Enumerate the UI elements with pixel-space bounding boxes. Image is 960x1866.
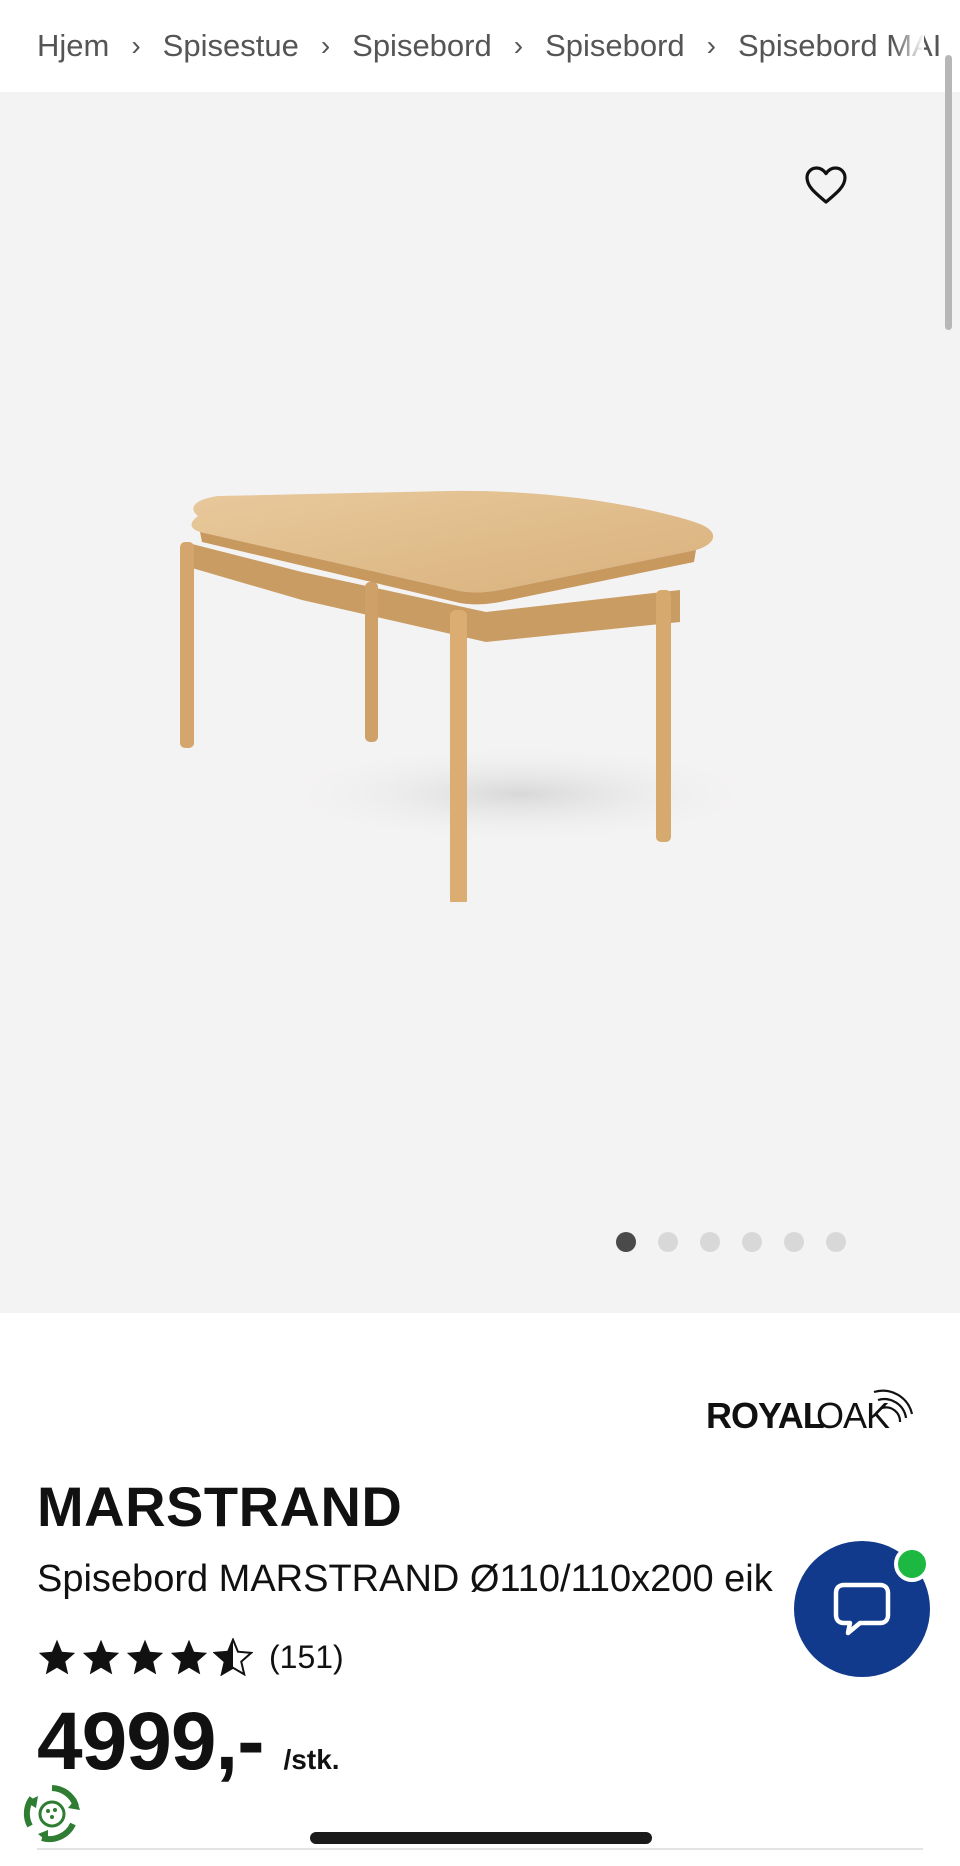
chevron-right-icon: ›: [320, 30, 331, 61]
page-scrollbar[interactable]: [945, 55, 952, 330]
star-filled-icon: [170, 1639, 208, 1675]
chevron-right-icon: ›: [513, 30, 524, 61]
breadcrumb: Hjem › Spisestue › Spisebord › Spisebord…: [0, 0, 960, 92]
home-indicator[interactable]: [310, 1832, 652, 1844]
brand-logo-royal-oak[interactable]: ROYAL OAK: [706, 1378, 926, 1438]
brand-logo-oak-text: OAK: [816, 1395, 890, 1436]
breadcrumb-item-spisestue[interactable]: Spisestue: [163, 28, 299, 64]
review-count[interactable]: (151): [269, 1639, 344, 1676]
star-rating: [37, 1638, 253, 1676]
brand-logo-royal-text: ROYAL: [706, 1395, 824, 1436]
breadcrumb-item-spisebord[interactable]: Spisebord: [352, 28, 492, 64]
product-rating[interactable]: (151): [37, 1638, 344, 1676]
wishlist-button[interactable]: [800, 160, 852, 210]
breadcrumb-item-spisebord-sub[interactable]: Spisebord: [545, 28, 685, 64]
price-unit: /stk.: [283, 1744, 340, 1775]
gallery-dot-6[interactable]: [826, 1232, 846, 1252]
star-half-icon: [213, 1638, 253, 1676]
chevron-right-icon: ›: [706, 30, 716, 61]
gallery-dot-2[interactable]: [658, 1232, 678, 1252]
chevron-right-icon: ›: [131, 30, 141, 61]
product-title: MARSTRAND: [37, 1475, 403, 1538]
product-price: 4999,-: [37, 1696, 265, 1787]
gallery-dot-3[interactable]: [700, 1232, 720, 1252]
gallery-pagination: [616, 1232, 846, 1252]
star-filled-icon: [82, 1639, 120, 1675]
recycle-sustainability-icon[interactable]: [18, 1780, 86, 1848]
section-divider: [37, 1848, 923, 1850]
gallery-dot-5[interactable]: [784, 1232, 804, 1252]
star-filled-icon: [126, 1639, 164, 1675]
gallery-dot-4[interactable]: [742, 1232, 762, 1252]
heart-outline-icon: [805, 166, 847, 204]
product-image-table: [180, 490, 770, 902]
gallery-dot-1[interactable]: [616, 1232, 636, 1252]
star-filled-icon: [38, 1639, 76, 1675]
product-image-gallery[interactable]: [0, 92, 960, 1313]
online-status-indicator: [894, 1546, 930, 1582]
speech-bubble-icon: [833, 1582, 891, 1636]
product-description: Spisebord MARSTRAND Ø110/110x200 eik: [37, 1558, 773, 1600]
breadcrumb-item-current[interactable]: Spisebord MAI: [738, 28, 941, 64]
price-row: 4999,- /stk.: [37, 1695, 340, 1789]
breadcrumb-item-home[interactable]: Hjem: [37, 28, 109, 64]
